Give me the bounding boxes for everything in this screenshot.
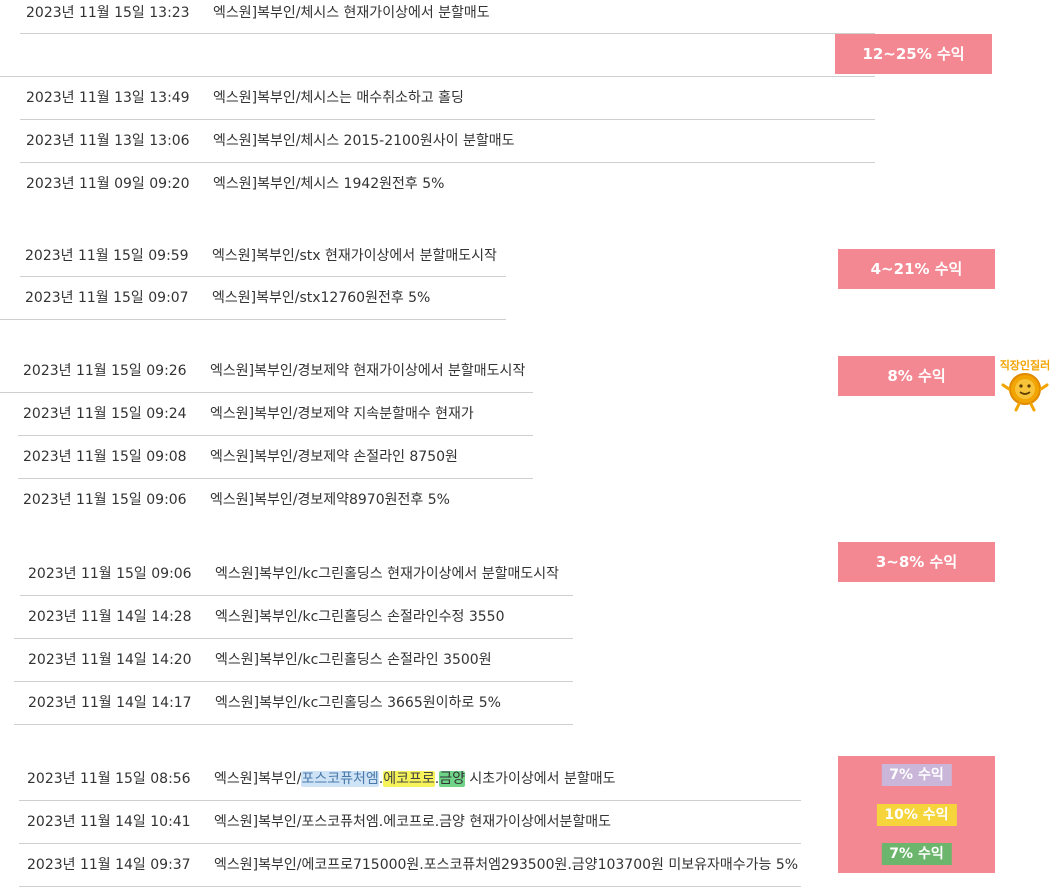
list-item[interactable]: 2023년 11월 15일 09:24 엑스원]복부인/경보제약 지속분할매수 … [18, 393, 533, 436]
profit-pill-posco: 7% 수익 [881, 764, 952, 786]
post-date: 2023년 11월 15일 09:59 [25, 248, 189, 264]
highlight-geumyang: 금양 [439, 771, 465, 787]
sun-character-icon: 직장인질러 [1000, 358, 1051, 412]
post-date: 2023년 11월 14일 14:20 [28, 652, 192, 668]
title-prefix: 엑스원]복부인/ [214, 771, 302, 787]
post-date: 2023년 11월 14일 10:41 [27, 814, 191, 830]
post-title-link[interactable]: 엑스원]복부인/경보제약8970원전후 5% [210, 487, 450, 513]
list-item[interactable]: 2023년 11월 15일 09:26 엑스원]복부인/경보제약 현재가이상에서… [0, 350, 533, 393]
post-date: 2023년 11월 09일 09:20 [26, 176, 190, 192]
profit-badge: 4~21% 수익 [838, 249, 995, 289]
post-title-link[interactable]: 엑스원]복부인/stx12760원전후 5% [212, 285, 430, 311]
post-title-link[interactable]: 엑스원]복부인/체시스 1942원전후 5% [213, 171, 444, 197]
post-title-link[interactable]: 엑스원]복부인/에코프로715000원.포스코퓨처엠293500원.금양1037… [214, 852, 798, 878]
post-title-link[interactable]: 엑스원]복부인/kc그린홀딩스 손절라인수정 3550 [215, 604, 504, 630]
list-item[interactable]: 2023년 11월 14일 14:28 엑스원]복부인/kc그린홀딩스 손절라인… [14, 596, 573, 639]
post-title-link[interactable]: 엑스원]복부인/경보제약 지속분할매수 현재가 [210, 401, 474, 427]
list-item[interactable]: 2023년 11월 15일 09:08 엑스원]복부인/경보제약 손절라인 87… [18, 436, 533, 479]
post-date: 2023년 11월 15일 08:56 [27, 771, 191, 787]
profit-pill-ecopro: 10% 수익 [876, 804, 957, 826]
post-title-link[interactable]: 엑스원]복부인/stx 현재가이상에서 분할매도시작 [212, 243, 497, 269]
sticker-emoticon: 직장인질러 [994, 355, 1056, 413]
post-title-link[interactable]: 엑스원]복부인/kc그린홀딩스 3665원이하로 5% [215, 690, 501, 716]
highlight-ecopro: 에코프로 [383, 771, 435, 787]
list-item[interactable]: 2023년 11월 15일 09:59 엑스원]복부인/stx 현재가이상에서 … [20, 235, 506, 277]
post-date: 2023년 11월 15일 09:06 [28, 566, 192, 582]
profit-badge-panel: 7% 수익 10% 수익 7% 수익 [838, 756, 995, 873]
post-date: 2023년 11월 15일 09:07 [25, 290, 189, 306]
post-title-link[interactable]: 엑스원]복부인/kc그린홀딩스 손절라인 3500원 [215, 647, 492, 673]
post-title-link[interactable]: 엑스원]복부인/포스코퓨처엠.에코프로.금양 현재가이상에서분할매도 [214, 809, 611, 835]
profit-pill-geumyang: 7% 수익 [881, 843, 952, 865]
list-item [0, 34, 875, 77]
post-date: 2023년 11월 15일 09:08 [23, 449, 187, 465]
profit-badge: 3~8% 수익 [838, 542, 995, 582]
post-date: 2023년 11월 14일 09:37 [27, 857, 191, 873]
post-date: 2023년 11월 13일 13:49 [26, 90, 190, 106]
post-title-link[interactable]: 엑스원]복부인/체시스는 매수취소하고 홀딩 [213, 85, 464, 111]
post-date: 2023년 11월 15일 09:24 [23, 406, 187, 422]
title-suffix: 시초가이상에서 분할매도 [464, 771, 616, 787]
post-date: 2023년 11월 15일 09:26 [23, 363, 187, 379]
post-date: 2023년 11월 13일 13:06 [26, 133, 190, 149]
post-title-link[interactable]: 엑스원]복부인/체시스 2015-2100원사이 분할매도 [213, 128, 514, 154]
sticker-text: 직장인질러 [1000, 358, 1051, 372]
list-item[interactable]: 2023년 11월 14일 14:20 엑스원]복부인/kc그린홀딩스 손절라인… [14, 639, 573, 682]
post-date: 2023년 11월 14일 14:17 [28, 695, 192, 711]
list-item[interactable]: 2023년 11월 14일 09:37 엑스원]복부인/에코프로715000원.… [19, 844, 801, 887]
post-title-link[interactable]: 엑스원]복부인/경보제약 손절라인 8750원 [210, 444, 458, 470]
post-title-link[interactable]: 엑스원]복부인/kc그린홀딩스 현재가이상에서 분할매도시작 [215, 561, 559, 587]
list-item[interactable]: 2023년 11월 13일 13:06 엑스원]복부인/체시스 2015-210… [20, 120, 875, 163]
list-item[interactable]: 2023년 11월 14일 10:41 엑스원]복부인/포스코퓨처엠.에코프로.… [19, 801, 801, 844]
highlight-posco: 포스코퓨처엠 [301, 771, 379, 787]
post-title-link[interactable]: 엑스원]복부인/포스코퓨처엠.에코프로.금양 시초가이상에서 분할매도 [214, 766, 616, 792]
post-date: 2023년 11월 15일 13:23 [26, 5, 190, 21]
profit-badge: 8% 수익 [838, 356, 995, 396]
post-title-link[interactable]: 엑스원]복부인/경보제약 현재가이상에서 분할매도시작 [210, 358, 525, 384]
list-item[interactable]: 2023년 11월 15일 09:06 엑스원]복부인/kc그린홀딩스 현재가이… [20, 553, 573, 596]
post-date: 2023년 11월 14일 14:28 [28, 609, 192, 625]
list-item[interactable]: 2023년 11월 14일 14:17 엑스원]복부인/kc그린홀딩스 3665… [14, 682, 573, 725]
profit-badge: 12~25% 수익 [835, 34, 992, 74]
list-item[interactable]: 2023년 11월 15일 09:06 엑스원]복부인/경보제약8970원전후 … [18, 479, 533, 522]
list-item[interactable]: 2023년 11월 09일 09:20 엑스원]복부인/체시스 1942원전후 … [20, 163, 875, 206]
list-item[interactable]: 2023년 11월 15일 13:23 엑스원]복부인/체시스 현재가이상에서 … [20, 0, 875, 34]
list-item[interactable]: 2023년 11월 15일 09:07 엑스원]복부인/stx12760원전후 … [0, 277, 506, 320]
post-date: 2023년 11월 15일 09:06 [23, 492, 187, 508]
list-item[interactable]: 2023년 11월 13일 13:49 엑스원]복부인/체시스는 매수취소하고 … [20, 77, 875, 120]
post-title-link[interactable]: 엑스원]복부인/체시스 현재가이상에서 분할매도 [213, 0, 490, 26]
list-item[interactable]: 2023년 11월 15일 08:56 엑스원]복부인/포스코퓨처엠.에코프로.… [19, 758, 801, 801]
